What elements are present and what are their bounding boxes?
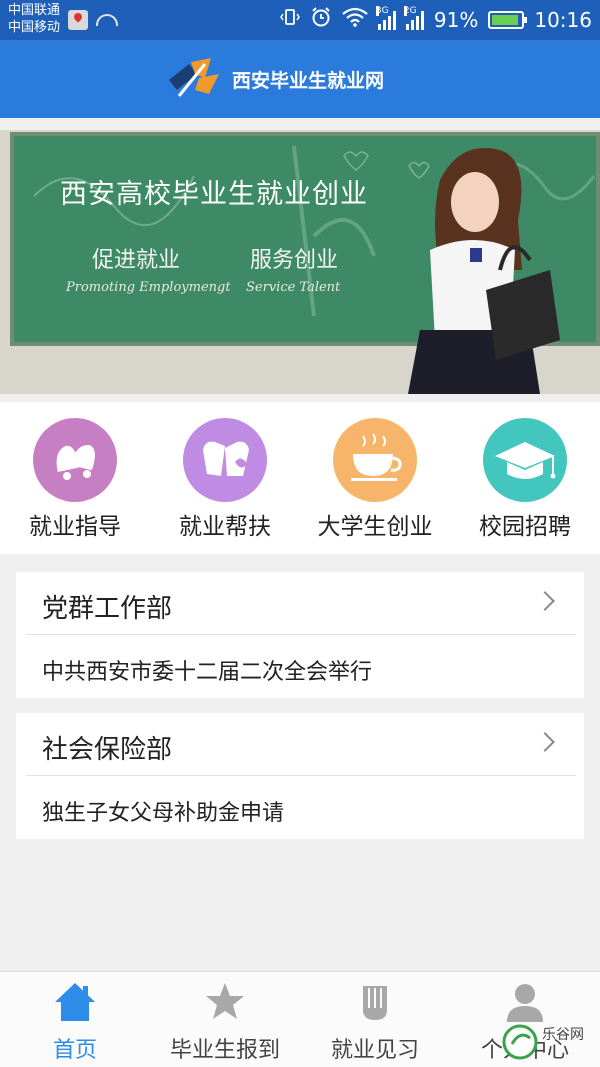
quick-label: 大学生创业 (317, 514, 433, 540)
nav-label: 就业见习 (330, 1038, 419, 1063)
vibrate-icon (280, 7, 300, 32)
hero-banner[interactable]: 西安高校毕业生就业创业 促进就业 服务创业 Promoting Employme… (0, 130, 600, 394)
banner-english-left: Promoting Employmengt (66, 280, 231, 295)
watermark-logo-icon (502, 1024, 538, 1060)
section-card-social-insurance: 社会保险部 独生子女父母补助金申请 (16, 713, 584, 839)
nav-home[interactable]: 首页 (0, 972, 150, 1067)
chevron-right-icon (535, 732, 555, 752)
quick-menu: 就业指导 就业帮扶 大学生创业 校园招聘 (0, 402, 600, 554)
cup-icon (333, 418, 417, 502)
student-photo (408, 148, 560, 394)
quick-label: 校园招聘 (479, 514, 571, 540)
clock: 10:16 (534, 7, 592, 32)
mittens-icon (183, 418, 267, 502)
banner-slogan-right: 服务创业 (250, 248, 339, 273)
signal-icon-2: 2G (403, 5, 424, 30)
chevron-right-icon (535, 591, 555, 611)
nav-graduate-register[interactable]: 毕业生报到 (150, 972, 300, 1067)
quick-item-career-guidance[interactable]: 就业指导 (0, 402, 150, 554)
quick-label: 就业帮扶 (179, 514, 271, 540)
alarm-icon (310, 6, 332, 33)
map-pin-icon (68, 10, 88, 30)
status-bar: 中国联通 中国移动 3G 2G 91% 10:16 (0, 0, 600, 40)
graduation-cap-icon (483, 418, 567, 502)
site-logo-icon (169, 58, 219, 97)
nav-internship[interactable]: 就业见习 (300, 972, 450, 1067)
site-title: 西安毕业生就业网 (232, 70, 385, 92)
section-header[interactable]: 社会保险部 (16, 713, 584, 775)
banner-english-right: Service Talent (246, 280, 341, 295)
net-type-2: 2G (403, 5, 417, 16)
net-type-1: 3G (375, 5, 389, 16)
home-icon (55, 983, 95, 1021)
nav-label: 毕业生报到 (169, 1038, 280, 1063)
watermark-text: 乐谷网 (542, 1027, 584, 1043)
section-card-party-work: 党群工作部 中共西安市委十二届二次全会举行 (16, 572, 584, 698)
nav-label: 首页 (52, 1038, 97, 1063)
star-icon (206, 983, 244, 1019)
section-title: 党群工作部 (42, 594, 173, 624)
section-header[interactable]: 党群工作部 (16, 572, 584, 634)
banner-slogan-left: 促进就业 (92, 248, 181, 273)
quick-item-campus-recruiting[interactable]: 校园招聘 (450, 402, 600, 554)
quick-item-student-startup[interactable]: 大学生创业 (300, 402, 450, 554)
carrier-2: 中国移动 (8, 20, 61, 35)
quick-label: 就业指导 (29, 514, 121, 540)
android-icon (96, 14, 118, 26)
battery-icon (488, 10, 528, 29)
battery-percent: 91% (433, 7, 479, 32)
divider (26, 634, 576, 635)
quick-item-employment-assistance[interactable]: 就业帮扶 (150, 402, 300, 554)
person-icon (507, 984, 543, 1022)
signal-icon-1: 3G (375, 5, 396, 30)
watermark: 乐谷网 (500, 1020, 600, 1064)
bells-icon (33, 418, 117, 502)
news-item[interactable]: 独生子女父母补助金申请 (42, 795, 284, 827)
news-item[interactable]: 中共西安市委十二届二次全会举行 (42, 654, 372, 686)
divider (26, 775, 576, 776)
carrier-info: 中国联通 中国移动 (8, 2, 60, 36)
glove-icon (363, 986, 387, 1020)
banner-title: 西安高校毕业生就业创业 (60, 179, 368, 210)
wifi-icon (342, 7, 368, 32)
carrier-1: 中国联通 (8, 3, 61, 18)
section-title: 社会保险部 (42, 735, 173, 765)
